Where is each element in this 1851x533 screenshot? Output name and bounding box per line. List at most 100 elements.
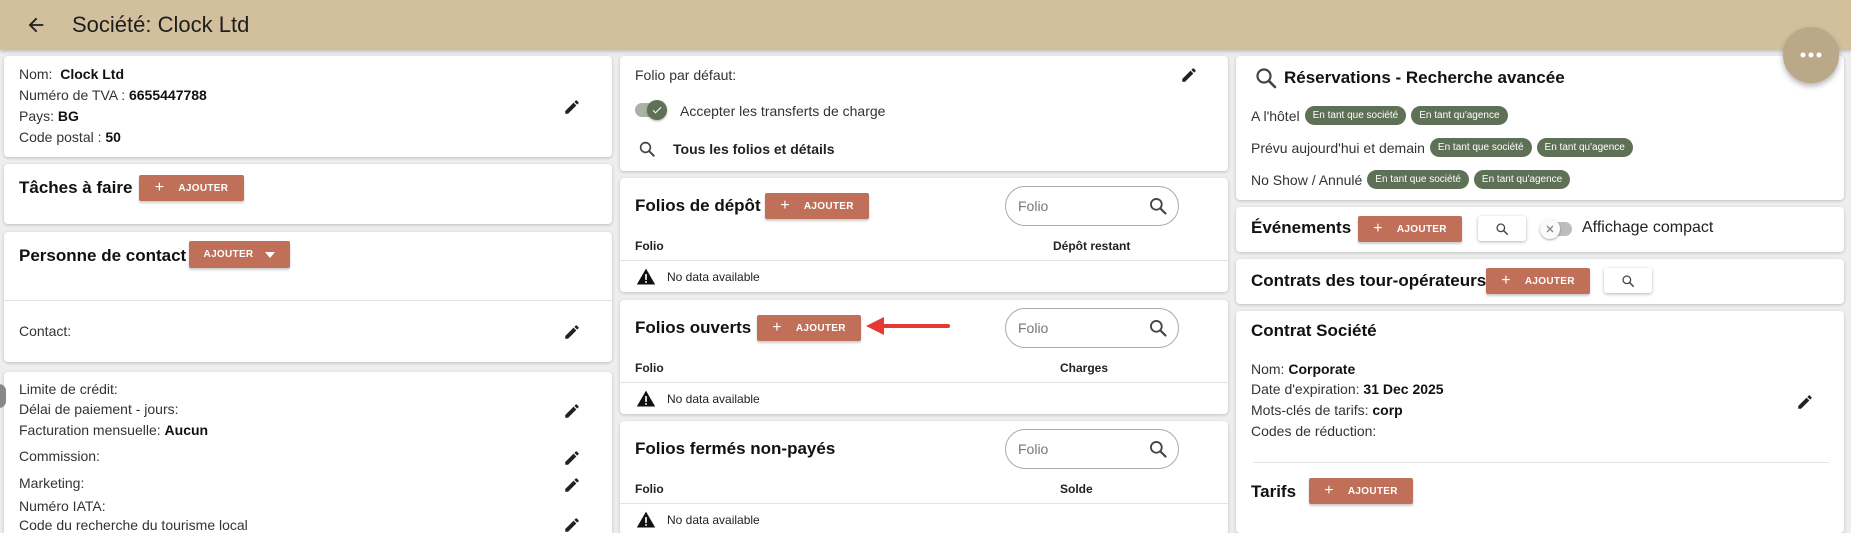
open-col-folio: Folio	[635, 361, 664, 375]
deposit-folios-title: Folios de dépôt	[635, 196, 761, 215]
closed-folio-search-input[interactable]	[1018, 441, 1148, 457]
edit-payment-pencil-icon[interactable]	[563, 402, 581, 420]
deposit-empty-state: No data available	[635, 267, 760, 287]
warning-icon	[635, 267, 657, 287]
search-icon	[1621, 274, 1635, 288]
tasks-card: Tâches à faire + AJOUTER	[4, 164, 612, 224]
search-icon[interactable]	[1148, 196, 1168, 216]
noshow-company-chip[interactable]: En tant que société	[1367, 170, 1469, 189]
add-open-folio-button[interactable]: + AJOUTER	[757, 315, 861, 341]
add-contact-dropdown-button[interactable]: AJOUTER	[189, 241, 290, 268]
payment-delay-label: Délai de paiement - jours:	[19, 401, 179, 417]
closed-col-folio: Folio	[635, 482, 664, 496]
rate-keywords-value: corp	[1372, 402, 1403, 418]
noshow-agency-chip[interactable]: En tant qu'agence	[1473, 170, 1571, 189]
search-icon[interactable]	[1148, 318, 1168, 338]
reservation-row-noshow: No Show / Annulé En tant que société En …	[1251, 170, 1571, 189]
expected-agency-chip[interactable]: En tant qu'agence	[1536, 138, 1633, 157]
events-card: Événements + AJOUTER Affichage compact	[1236, 207, 1844, 252]
open-folio-search-field	[1005, 308, 1179, 348]
monthly-billing-label: Facturation mensuelle:	[19, 422, 161, 438]
compact-display-toggle[interactable]	[1540, 218, 1574, 240]
marketing-label: Marketing:	[19, 475, 85, 491]
billing-card: Limite de crédit: Délai de paiement - jo…	[4, 372, 612, 533]
contract-expiry-label: Date d'expiration:	[1251, 381, 1360, 397]
accept-transfers-label: Accepter les transferts de charge	[680, 103, 886, 119]
open-folios-card: Folios ouverts +AJOUTER Folio Charges No…	[620, 300, 1228, 414]
edit-marketing-pencil-icon[interactable]	[563, 476, 581, 494]
postal-code-value: 50	[105, 129, 121, 145]
all-folios-link[interactable]: Tous les folios et détails	[638, 140, 835, 158]
plus-icon: +	[780, 197, 790, 214]
page-title: Société: Clock Ltd	[72, 12, 250, 37]
accept-transfers-toggle[interactable]	[633, 99, 669, 121]
more-actions-button[interactable]	[1783, 27, 1839, 83]
company-contract-card: Contrat Société Nom: Corporate Date d'ex…	[1236, 311, 1844, 533]
add-tour-contract-button[interactable]: + AJOUTER	[1486, 268, 1590, 294]
contact-label: Contact:	[19, 323, 72, 339]
contract-name-value: Corporate	[1288, 361, 1356, 377]
company-name-value: Clock Ltd	[60, 66, 125, 82]
closed-unpaid-folios-card: Folios fermés non-payés Folio Solde No d…	[620, 421, 1228, 533]
plus-icon: +	[1324, 482, 1334, 499]
warning-icon	[635, 510, 657, 530]
events-title: Événements	[1251, 218, 1352, 237]
edit-commission-pencil-icon[interactable]	[563, 449, 581, 467]
tour-contracts-card: Contrats des tour-opérateurs + AJOUTER	[1236, 259, 1844, 304]
contact-person-card: Personne de contact AJOUTER Contact:	[4, 232, 612, 362]
open-folios-title: Folios ouverts	[635, 318, 752, 337]
deposit-folio-search-field	[1005, 186, 1179, 226]
app-header: Société: Clock Ltd	[0, 0, 1851, 50]
plus-icon: +	[1373, 220, 1383, 237]
default-folio-label: Folio par défaut:	[635, 67, 737, 83]
search-icon	[638, 140, 656, 158]
tour-contracts-title: Contrats des tour-opérateurs	[1251, 271, 1487, 290]
plus-icon: +	[154, 179, 165, 196]
monthly-billing-value: Aucun	[164, 422, 209, 438]
add-deposit-folio-button[interactable]: + AJOUTER	[765, 193, 869, 219]
edit-company-pencil-icon[interactable]	[563, 98, 581, 116]
contract-expiry-value: 31 Dec 2025	[1363, 381, 1444, 397]
company-name-label: Nom:	[19, 66, 53, 82]
commission-label: Commission:	[19, 448, 100, 464]
contract-name-label: Nom:	[1251, 361, 1285, 377]
deposit-folios-card: Folios de dépôt +AJOUTER Folio Dépôt res…	[620, 178, 1228, 292]
more-horizontal-icon	[1800, 52, 1822, 58]
expected-company-chip[interactable]: En tant que société	[1429, 138, 1532, 157]
contact-person-title: Personne de contact	[19, 246, 187, 265]
back-button[interactable]	[0, 0, 72, 50]
search-icon[interactable]	[1148, 439, 1168, 459]
company-info-card: Nom: Clock Ltd Numéro de TVA : 665544778…	[4, 56, 612, 157]
tour-contracts-search-button[interactable]	[1604, 268, 1652, 293]
tasks-title: Tâches à faire	[19, 178, 133, 197]
open-col-charges: Charges	[1060, 361, 1109, 375]
events-search-button[interactable]	[1478, 216, 1526, 241]
edit-contract-pencil-icon[interactable]	[1796, 393, 1814, 411]
deposit-col-remaining: Dépôt restant	[1053, 239, 1131, 253]
rates-title: Tarifs	[1251, 482, 1297, 501]
country-value: BG	[57, 108, 79, 124]
open-folio-search-input[interactable]	[1018, 320, 1148, 336]
closed-empty-state: No data available	[635, 510, 760, 530]
tourism-search-code-label: Code du recherche du tourisme local	[19, 517, 248, 533]
vat-label: Numéro de TVA :	[19, 87, 126, 103]
in-house-company-chip[interactable]: En tant que société	[1304, 106, 1407, 125]
in-house-agency-chip[interactable]: En tant qu'agence	[1411, 106, 1508, 125]
edit-default-folio-pencil-icon[interactable]	[1180, 66, 1198, 84]
warning-icon	[635, 389, 657, 409]
add-rate-button[interactable]: + AJOUTER	[1309, 478, 1413, 504]
add-event-button[interactable]: + AJOUTER	[1358, 216, 1462, 242]
arrow-left-icon	[28, 17, 44, 33]
country-label: Pays:	[19, 108, 55, 124]
check-icon	[652, 106, 662, 114]
reservations-search-card: Réservations - Recherche avancée A l'hôt…	[1236, 56, 1844, 200]
company-contract-title: Contrat Société	[1251, 321, 1377, 340]
discount-codes-label: Codes de réduction:	[1251, 423, 1377, 439]
edit-contact-pencil-icon[interactable]	[563, 323, 581, 341]
compact-display-label: Affichage compact	[1582, 219, 1714, 236]
add-task-button[interactable]: + AJOUTER	[139, 175, 244, 201]
edit-iata-pencil-icon[interactable]	[563, 516, 581, 533]
closed-unpaid-title: Folios fermés non-payés	[635, 439, 836, 458]
deposit-folio-search-input[interactable]	[1018, 198, 1148, 214]
left-edge-handle[interactable]	[0, 384, 6, 408]
